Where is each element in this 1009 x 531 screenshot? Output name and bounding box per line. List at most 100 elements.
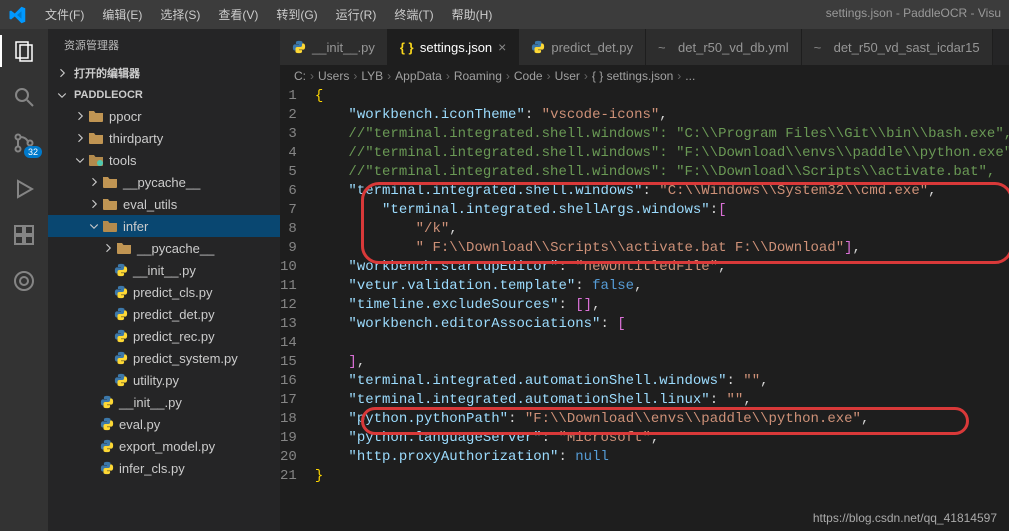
code-area[interactable]: 123456789101112131415161718192021 { "wor… (280, 87, 1009, 531)
code-line[interactable]: "workbench.startupEditor": "newUntitledF… (315, 258, 1009, 277)
tree-label: predict_system.py (133, 351, 238, 366)
code-line[interactable]: "python.pythonPath": "F:\\Download\\envs… (315, 410, 1009, 429)
editor-tabs: __init__.py{ }settings.json× predict_det.… (280, 29, 1009, 65)
folder-item[interactable]: __pycache__ (48, 171, 280, 193)
menu-item[interactable]: 运行(R) (327, 2, 386, 27)
editor-tab[interactable]: ~det_r50_vd_sast_icdar15 (802, 29, 993, 65)
code-line[interactable]: "terminal.integrated.automationShell.lin… (315, 391, 1009, 410)
file-item[interactable]: __init__.py (48, 259, 280, 281)
breadcrumb-segment[interactable]: User (555, 69, 580, 83)
editor-tab[interactable]: __init__.py (280, 29, 388, 65)
code-line[interactable]: "vetur.validation.template": false, (315, 277, 1009, 296)
menu-item[interactable]: 文件(F) (36, 2, 93, 27)
breadcrumb-segment[interactable]: { } settings.json (592, 69, 673, 83)
menu-item[interactable]: 终端(T) (385, 2, 442, 27)
vscode-logo-icon (8, 6, 26, 24)
folder-header[interactable]: PADDLEOCR (48, 85, 280, 105)
code-line[interactable]: "terminal.integrated.shellArgs.windows":… (315, 201, 1009, 220)
json-icon: { } (400, 40, 414, 54)
yaml-icon: ~ (658, 40, 672, 54)
folder-item[interactable]: ppocr (48, 105, 280, 127)
code-line[interactable]: //"terminal.integrated.shell.windows": "… (315, 163, 1009, 182)
file-item[interactable]: predict_cls.py (48, 281, 280, 303)
tree-label: export_model.py (119, 439, 215, 454)
breadcrumb-segment[interactable]: ... (685, 69, 695, 83)
menu-item[interactable]: 选择(S) (151, 2, 209, 27)
folder-item[interactable]: __pycache__ (48, 237, 280, 259)
tab-label: det_r50_vd_db.yml (678, 40, 789, 55)
tree-label: utility.py (133, 373, 179, 388)
breadcrumb[interactable]: C:›Users›LYB›AppData›Roaming›Code›User›{… (280, 65, 1009, 87)
menu-item[interactable]: 编辑(E) (93, 2, 151, 27)
code-line[interactable] (315, 334, 1009, 353)
code-line[interactable]: //"terminal.integrated.shell.windows": "… (315, 144, 1009, 163)
code-line[interactable]: "terminal.integrated.automationShell.win… (315, 372, 1009, 391)
code-line[interactable]: "timeline.excludeSources": [], (315, 296, 1009, 315)
code-line[interactable]: "terminal.integrated.shell.windows": "C:… (315, 182, 1009, 201)
scm-icon[interactable]: 32 (12, 131, 36, 155)
tab-label: predict_det.py (551, 40, 633, 55)
file-item[interactable]: predict_rec.py (48, 325, 280, 347)
folder-item[interactable]: eval_utils (48, 193, 280, 215)
code-line[interactable]: "workbench.iconTheme": "vscode-icons", (315, 106, 1009, 125)
open-editors-header[interactable]: 打开的编辑器 (48, 61, 280, 85)
folder-item[interactable]: tools (48, 149, 280, 171)
breadcrumb-sep: › (387, 69, 391, 83)
extensions-icon[interactable] (12, 223, 36, 247)
python-icon (100, 417, 114, 431)
editor-tab[interactable]: ~ det_r50_vd_db.yml (646, 29, 802, 65)
file-item[interactable]: utility.py (48, 369, 280, 391)
python-icon (100, 461, 114, 475)
breadcrumb-segment[interactable]: LYB (361, 69, 383, 83)
breadcrumb-segment[interactable]: C: (294, 69, 306, 83)
tree-label: __init__.py (133, 263, 196, 278)
file-item[interactable]: export_model.py (48, 435, 280, 457)
tree-label: tools (109, 153, 136, 168)
python-icon (114, 329, 128, 343)
menu-bar: 文件(F)编辑(E)选择(S)查看(V)转到(G)运行(R)终端(T)帮助(H) (36, 2, 501, 27)
breadcrumb-segment[interactable]: Code (514, 69, 543, 83)
explorer-sidebar: 资源管理器 打开的编辑器 PADDLEOCR ppocrthirdparty to… (48, 29, 280, 531)
code-line[interactable]: "/k", (315, 220, 1009, 239)
code-line[interactable]: { (315, 87, 1009, 106)
code-line[interactable]: ], (315, 353, 1009, 372)
close-icon[interactable]: × (498, 39, 506, 55)
code-line[interactable]: "python.languageServer": "Microsoft", (315, 429, 1009, 448)
search-icon[interactable] (12, 85, 36, 109)
breadcrumb-sep: › (506, 69, 510, 83)
breadcrumb-segment[interactable]: Users (318, 69, 349, 83)
python-icon (531, 40, 545, 54)
remote-icon[interactable] (12, 269, 36, 293)
explorer-icon[interactable] (12, 39, 36, 63)
python-icon (292, 40, 306, 54)
folder-item[interactable]: infer (48, 215, 280, 237)
activity-bar: 32 (0, 29, 48, 531)
code-line[interactable]: "workbench.editorAssociations": [ (315, 315, 1009, 334)
file-item[interactable]: eval.py (48, 413, 280, 435)
breadcrumb-sep: › (310, 69, 314, 83)
code-line[interactable]: "http.proxyAuthorization": null (315, 448, 1009, 467)
file-item[interactable]: infer_cls.py (48, 457, 280, 479)
breadcrumb-segment[interactable]: AppData (395, 69, 442, 83)
breadcrumb-segment[interactable]: Roaming (454, 69, 502, 83)
menu-item[interactable]: 转到(G) (267, 2, 326, 27)
editor-tab[interactable]: { }settings.json× (388, 29, 519, 65)
code-line[interactable]: " F:\\Download\\Scripts\\activate.bat F:… (315, 239, 1009, 258)
file-item[interactable]: predict_det.py (48, 303, 280, 325)
tab-label: det_r50_vd_sast_icdar15 (834, 40, 980, 55)
file-item[interactable]: predict_system.py (48, 347, 280, 369)
menu-item[interactable]: 查看(V) (209, 2, 267, 27)
file-item[interactable]: __init__.py (48, 391, 280, 413)
chevron-right-icon (56, 67, 68, 79)
editor: __init__.py{ }settings.json× predict_det.… (280, 29, 1009, 531)
folder-item[interactable]: thirdparty (48, 127, 280, 149)
menu-item[interactable]: 帮助(H) (443, 2, 502, 27)
code-line[interactable]: //"terminal.integrated.shell.windows": "… (315, 125, 1009, 144)
breadcrumb-sep: › (446, 69, 450, 83)
tree-label: infer_cls.py (119, 461, 185, 476)
explorer-title: 资源管理器 (48, 29, 280, 61)
watermark-text: https://blog.csdn.net/qq_41814597 (813, 511, 997, 525)
debug-icon[interactable] (12, 177, 36, 201)
editor-tab[interactable]: predict_det.py (519, 29, 646, 65)
code-line[interactable]: } (315, 467, 1009, 486)
